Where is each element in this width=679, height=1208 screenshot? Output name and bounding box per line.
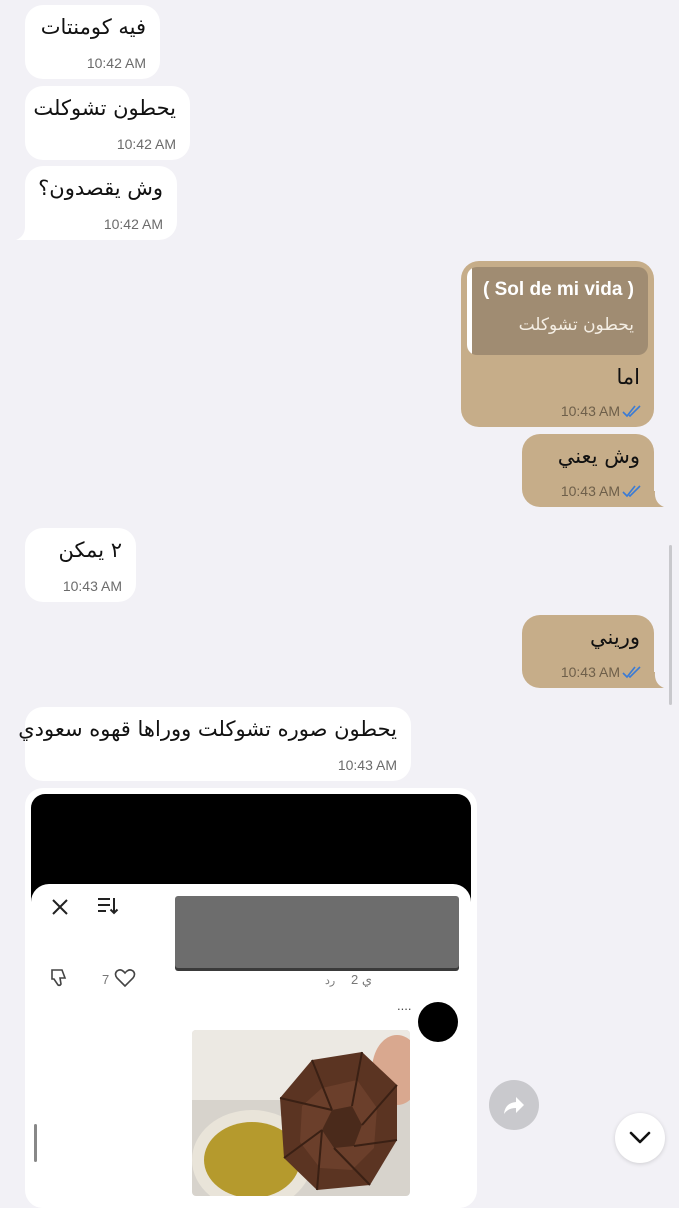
media-message[interactable]: 7 2 ي رد .... — [25, 788, 477, 1208]
comment-image — [175, 896, 459, 968]
bubble-tail — [16, 224, 32, 240]
bubble-tail — [648, 491, 664, 507]
username-dots: .... — [397, 998, 412, 1013]
like-count: 7 — [102, 972, 110, 987]
comments-panel: 7 2 ي رد .... — [31, 884, 471, 1208]
quote-bar — [467, 267, 472, 355]
chocolate-coffee-photo — [192, 1030, 410, 1196]
message-outgoing[interactable]: وريني 10:43 AM — [522, 615, 664, 688]
close-icon — [52, 899, 68, 915]
message-time: 10:43 AM — [560, 664, 620, 680]
double-check-icon — [622, 666, 641, 679]
forward-button[interactable] — [489, 1080, 539, 1130]
quoted-message[interactable]: ( Sol de mi vida ) يحطون تشوكلت — [467, 267, 648, 355]
quote-text: يحطون تشوكلت — [518, 315, 634, 335]
message-text: اما — [616, 365, 640, 389]
message-outgoing-reply[interactable]: ( Sol de mi vida ) يحطون تشوكلت اما 10:4… — [461, 261, 654, 427]
comment-age: 2 ي — [351, 972, 373, 987]
message-text: وريني — [590, 625, 640, 649]
message-text: وش يعني — [557, 444, 640, 468]
message-time: 10:43 AM — [560, 483, 620, 499]
scroll-down-button[interactable] — [615, 1113, 665, 1163]
message-outgoing[interactable]: وش يعني 10:43 AM — [522, 434, 664, 507]
reply-link: رد — [325, 975, 336, 987]
message-text: وش يقصدون؟ — [38, 176, 163, 200]
message-time: 10:42 AM — [86, 55, 146, 71]
message-incoming[interactable]: ٢ يمكن 10:43 AM — [25, 528, 136, 602]
bubble-tail — [648, 672, 664, 688]
double-check-icon — [622, 405, 641, 418]
scrollbar[interactable] — [669, 545, 672, 705]
message-time: 10:43 AM — [560, 403, 620, 419]
heart-icon — [114, 969, 136, 988]
forward-icon — [504, 1097, 524, 1114]
message-text: يحطون صوره تشوكلت ووراها قهوه سعودي — [18, 717, 397, 741]
message-incoming[interactable]: يحطون صوره تشوكلت ووراها قهوه سعودي 10:4… — [18, 707, 411, 781]
quote-author: ( Sol de mi vida ) — [483, 279, 634, 300]
text-cursor — [34, 1124, 37, 1162]
sort-icon — [98, 898, 119, 915]
message-incoming[interactable]: فيه كومنتات 10:42 AM — [25, 5, 160, 79]
message-time: 10:42 AM — [116, 136, 176, 152]
message-text: يحطون تشوكلت — [33, 96, 176, 120]
avatar — [418, 1002, 458, 1042]
message-incoming[interactable]: وش يقصدون؟ 10:42 AM — [16, 166, 177, 240]
chevron-down-icon — [629, 1131, 651, 1144]
message-time: 10:42 AM — [103, 216, 163, 232]
message-incoming[interactable]: يحطون تشوكلت 10:42 AM — [25, 86, 190, 160]
message-text: ٢ يمكن — [58, 538, 122, 562]
message-time: 10:43 AM — [62, 578, 122, 594]
double-check-icon — [622, 485, 641, 498]
message-time: 10:43 AM — [337, 757, 397, 773]
thumbs-down-icon — [51, 969, 67, 987]
message-text: فيه كومنتات — [40, 15, 146, 39]
